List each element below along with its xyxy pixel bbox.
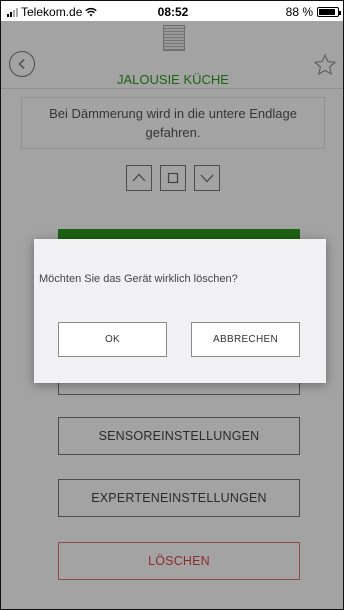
dialog-ok-label: OK	[104, 334, 121, 345]
dialog-cancel-label: ABBRECHEN	[213, 334, 278, 345]
status-bar: Telekom.de 08:52 88 %	[1, 1, 343, 21]
status-right: 88 %	[285, 5, 341, 19]
confirm-dialog: Möchten Sie das Gerät wirklich löschen? …	[34, 239, 326, 383]
dialog-message: Möchten Sie das Gerät wirklich löschen?	[39, 273, 238, 285]
battery-icon	[317, 7, 341, 17]
battery-percent: 88 %	[285, 5, 313, 19]
battery-fill	[319, 9, 335, 15]
dialog-ok-button[interactable]: OK	[58, 322, 167, 357]
dialog-cancel-button[interactable]: ABBRECHEN	[191, 322, 300, 357]
app-screen: Telekom.de 08:52 88 % JALOUSIE KÜCHE Bei…	[0, 0, 344, 610]
